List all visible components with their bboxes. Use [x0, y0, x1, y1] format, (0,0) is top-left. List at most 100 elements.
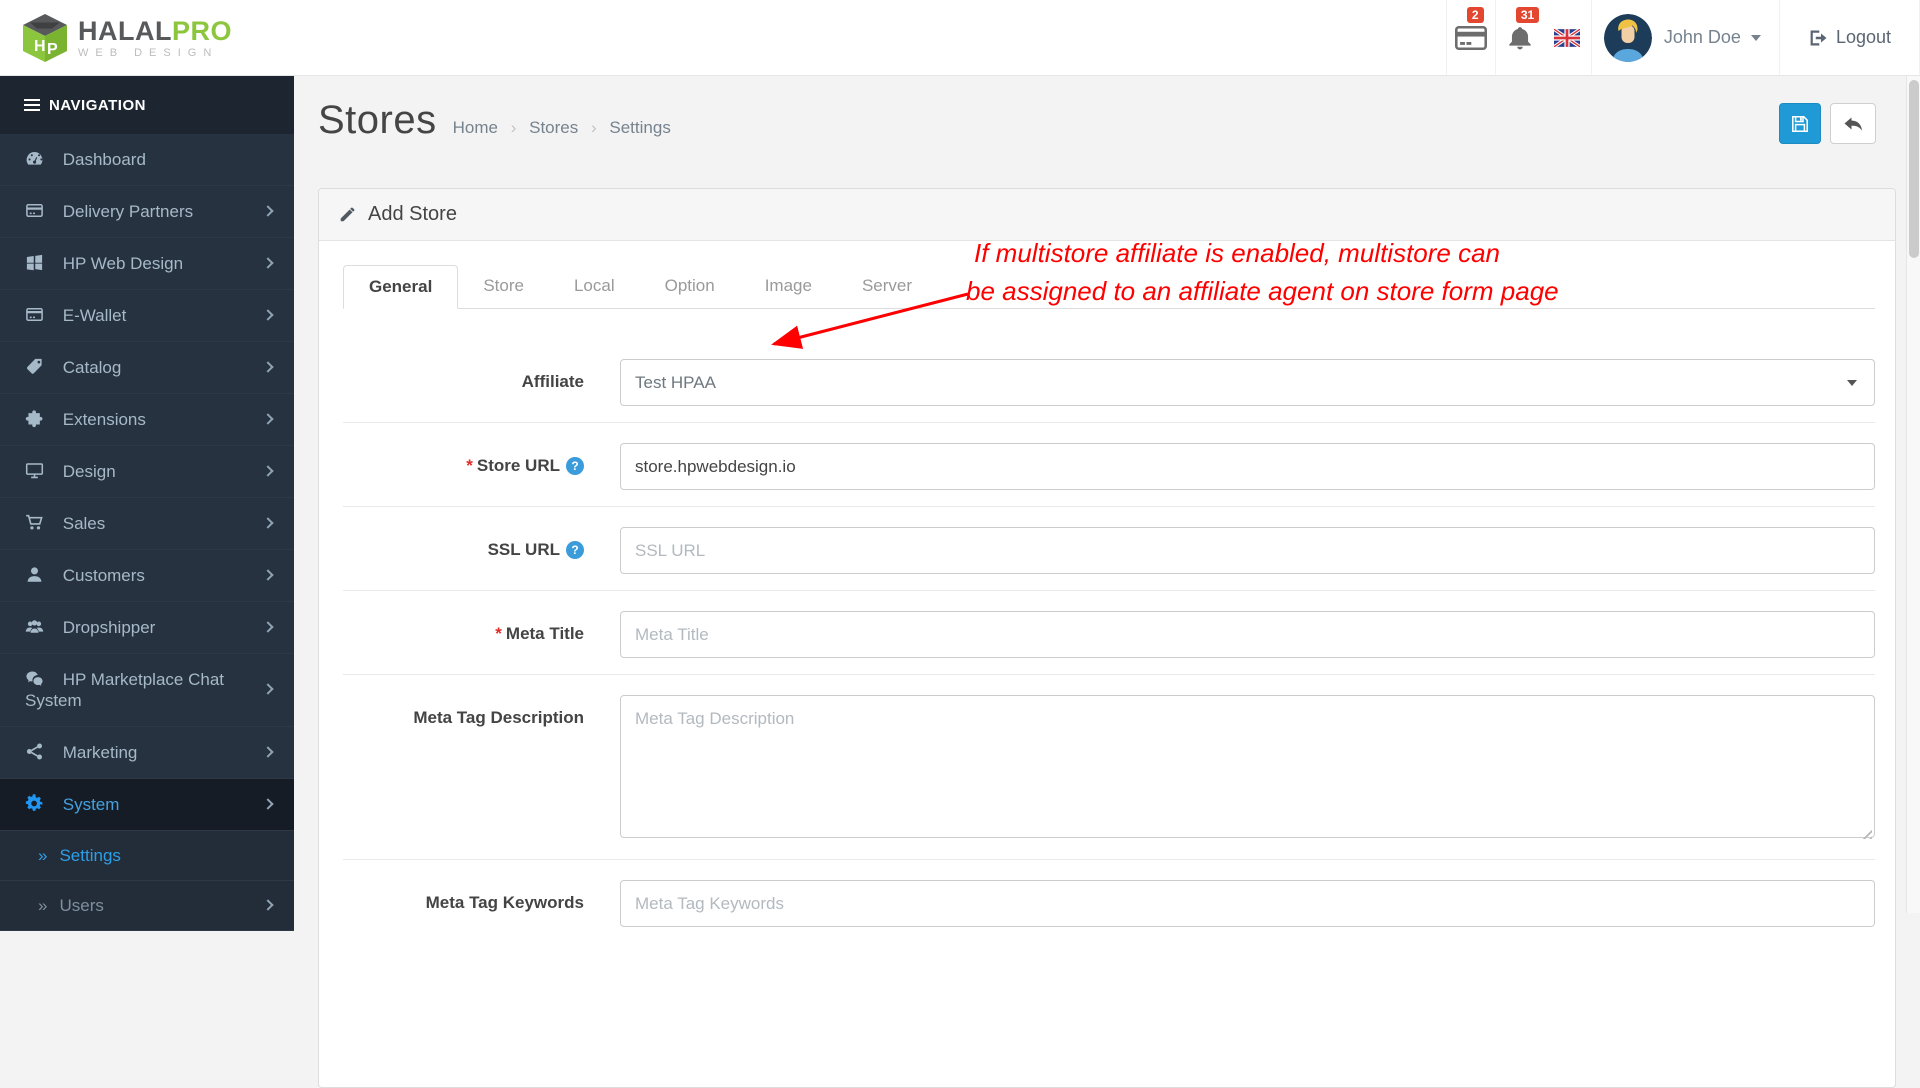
- sidebar-item-delivery-partners[interactable]: Delivery Partners: [0, 186, 294, 238]
- svg-text:P: P: [47, 41, 58, 58]
- sidebar-item-catalog[interactable]: Catalog: [0, 342, 294, 394]
- sidebar-item-label: E-Wallet: [62, 306, 127, 325]
- monitor-icon: [25, 463, 44, 479]
- caret-down-icon: [1750, 34, 1761, 41]
- save-button[interactable]: [1779, 103, 1821, 144]
- sidebar-item-dropshipper[interactable]: Dropshipper: [0, 602, 294, 654]
- field-input-wrap: [620, 695, 1875, 843]
- brand-tagline: WEB DESIGN: [78, 46, 219, 59]
- sidebar-item-label: Design: [62, 462, 116, 481]
- menu-bars-icon: [24, 96, 40, 114]
- tab-image[interactable]: Image: [740, 265, 837, 309]
- chevron-right-icon: [262, 898, 274, 911]
- brand-logo[interactable]: H P HALALPRO WEB DESIGN: [0, 0, 294, 75]
- panel-body: General Store Local Option Image Server …: [319, 241, 1895, 943]
- chevron-right-icon: [262, 683, 274, 695]
- sidebar-item-sales[interactable]: Sales: [0, 498, 294, 550]
- sidebar-item-hp-web-design[interactable]: HP Web Design: [0, 238, 294, 290]
- users-icon: [25, 620, 44, 633]
- uk-flag-icon: [1554, 28, 1581, 47]
- label-text: Meta Tag Keywords: [425, 893, 584, 912]
- chevron-right-icon: [262, 308, 274, 321]
- breadcrumb-stores[interactable]: Stores: [529, 118, 578, 137]
- sidebar-item-e-wallet[interactable]: E-Wallet: [0, 290, 294, 342]
- affiliate-selected-value: Test HPAA: [635, 372, 716, 392]
- sidebar-item-extensions[interactable]: Extensions: [0, 394, 294, 446]
- user-icon: [27, 567, 42, 582]
- tab-option[interactable]: Option: [640, 265, 740, 309]
- chevron-right-icon: [262, 620, 274, 633]
- sidebar-subitem-users[interactable]: » Users: [0, 881, 294, 931]
- logout-icon: [1810, 30, 1827, 45]
- sidebar-item-label: Sales: [62, 514, 106, 533]
- required-marker: *: [495, 624, 502, 643]
- sidebar-subitem-label: Settings: [59, 846, 121, 865]
- help-icon[interactable]: ?: [566, 457, 584, 475]
- field-label-meta-description: Meta Tag Description: [343, 695, 584, 728]
- sidebar-item-label: HP Marketplace Chat System: [25, 670, 224, 710]
- tab-general[interactable]: General: [343, 265, 459, 309]
- chevron-right-icon: [262, 360, 274, 373]
- top-header: H P HALALPRO WEB DESIGN 2 31 John Doe Lo…: [0, 0, 1920, 76]
- hp-cube-logo-icon: H P: [23, 13, 67, 62]
- scrollbar-thumb[interactable]: [1909, 80, 1919, 258]
- credit-card-icon: [26, 308, 43, 321]
- tab-local[interactable]: Local: [549, 265, 640, 309]
- breadcrumb-home[interactable]: Home: [453, 118, 498, 137]
- sidebar-item-dashboard[interactable]: Dashboard: [0, 134, 294, 186]
- add-store-panel: Add Store General Store Local Option Ima…: [318, 188, 1896, 1088]
- submenu-marker: »: [38, 896, 48, 915]
- form-row-meta-keywords: Meta Tag Keywords: [343, 860, 1875, 943]
- payment-notifications-button[interactable]: 2: [1445, 0, 1495, 75]
- gear-icon: [25, 794, 43, 811]
- sidebar-item-label: Catalog: [62, 358, 122, 377]
- form-row-ssl-url: SSL URL?: [343, 507, 1875, 591]
- bell-icon: [1509, 26, 1531, 49]
- field-label-ssl-url: SSL URL?: [343, 527, 584, 560]
- label-text: Store URL: [476, 456, 560, 475]
- form-row-store-url: * Store URL?: [343, 423, 1875, 507]
- tab-content-general: Affiliate Test HPAA *Store URL? SSL URL?: [343, 309, 1875, 943]
- sidebar-item-label: Marketing: [62, 743, 138, 762]
- sidebar-item-system[interactable]: System: [0, 779, 294, 831]
- header-toolbar: 2 31 John Doe Logout: [1445, 0, 1920, 75]
- language-selector[interactable]: [1544, 0, 1591, 75]
- meta-title-input[interactable]: [620, 611, 1875, 658]
- form-row-meta-description: Meta Tag Description: [343, 675, 1875, 860]
- store-url-input[interactable]: [620, 443, 1875, 490]
- back-button[interactable]: [1830, 103, 1876, 144]
- sidebar-subitem-settings[interactable]: » Settings: [0, 831, 294, 881]
- sidebar-subitem-label: Users: [59, 896, 104, 915]
- tab-store[interactable]: Store: [458, 265, 549, 309]
- breadcrumb: Home › Stores › Settings: [453, 118, 671, 138]
- affiliate-select[interactable]: Test HPAA: [620, 359, 1875, 406]
- form-row-meta-title: * Meta Title: [343, 591, 1875, 675]
- chevron-right-icon: [262, 204, 274, 217]
- chevron-right-icon: [262, 412, 274, 425]
- sidebar-item-marketing[interactable]: Marketing: [0, 727, 294, 779]
- user-menu[interactable]: John Doe: [1590, 0, 1779, 75]
- field-label-meta-keywords: Meta Tag Keywords: [343, 880, 584, 913]
- meta-description-textarea[interactable]: [620, 695, 1875, 838]
- cart-icon: [26, 514, 43, 530]
- avatar: [1603, 13, 1652, 62]
- vertical-scrollbar[interactable]: [1906, 76, 1920, 913]
- tab-server[interactable]: Server: [837, 265, 937, 309]
- field-label-store-url: * Store URL?: [343, 443, 584, 476]
- ssl-url-input[interactable]: [620, 527, 1875, 574]
- brand-name-accent: PRO: [171, 15, 232, 46]
- sidebar-item-design[interactable]: Design: [0, 446, 294, 498]
- notification-badge: 31: [1515, 7, 1540, 23]
- page-actions: [1779, 103, 1876, 144]
- brand-name-primary: HALAL: [78, 15, 172, 46]
- logout-button[interactable]: Logout: [1778, 0, 1920, 75]
- sidebar-item-hp-marketplace-chat-system[interactable]: HP Marketplace Chat System: [0, 654, 294, 727]
- field-input-wrap: [620, 611, 1875, 658]
- card-list-icon: [26, 204, 43, 217]
- sidebar-item-customers[interactable]: Customers: [0, 550, 294, 602]
- help-icon[interactable]: ?: [566, 541, 584, 559]
- user-name: John Doe: [1663, 27, 1741, 47]
- breadcrumb-settings[interactable]: Settings: [609, 118, 670, 137]
- alerts-button[interactable]: 31: [1494, 0, 1544, 75]
- meta-keywords-input[interactable]: [620, 880, 1875, 927]
